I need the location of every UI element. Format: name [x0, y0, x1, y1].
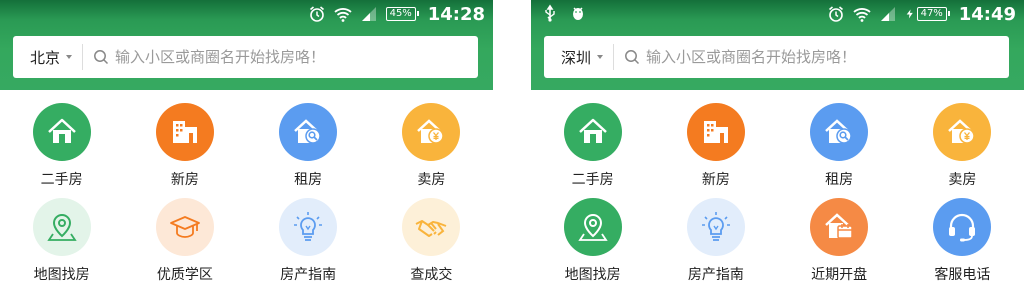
grid-item-second-hand[interactable]: 二手房 [0, 103, 123, 198]
grid-item-guide[interactable]: 房产指南 [247, 198, 370, 293]
grid-item-sell[interactable]: 卖房 [370, 103, 493, 198]
grid-item-label: 新房 [170, 172, 199, 188]
charging-icon [906, 9, 913, 19]
search-bar: 北京 [13, 36, 478, 78]
grid-item-label: 二手房 [571, 172, 614, 188]
city-selector[interactable]: 北京 [13, 36, 82, 78]
grid-item-customer-service[interactable]: 客服电话 [901, 198, 1024, 293]
header: 45% 14:28 北京 [0, 0, 493, 90]
lightbulb-icon [279, 198, 338, 256]
screen-right: 47% 14:49 深圳 二手房 新房 [531, 0, 1024, 306]
grid-item-new-house[interactable]: 新房 [654, 103, 777, 198]
status-time: 14:28 [427, 3, 485, 25]
signal-icon [361, 7, 376, 21]
building-icon [155, 103, 214, 161]
handshake-icon [402, 198, 461, 256]
battery-indicator: 47% [916, 7, 950, 21]
grid-item-transactions[interactable]: 查成交 [370, 198, 493, 293]
graduation-cap-icon [155, 198, 214, 256]
grid-item-label: 近期开盘 [811, 267, 868, 283]
screen-left: 45% 14:28 北京 二手房 新房 [0, 0, 493, 306]
grid-item-label: 地图找房 [564, 267, 621, 283]
house-yen-icon [402, 103, 461, 161]
grid-item-guide[interactable]: 房产指南 [654, 198, 777, 293]
header: 47% 14:49 深圳 [531, 0, 1024, 90]
grid-item-label: 卖房 [417, 172, 446, 188]
building-icon [686, 103, 745, 161]
grid-item-new-house[interactable]: 新房 [123, 103, 246, 198]
lightbulb-icon [686, 198, 745, 256]
alarm-icon [309, 6, 324, 22]
battery-indicator: 45% [385, 7, 419, 21]
grid-item-label: 客服电话 [934, 267, 991, 283]
wifi-icon [334, 8, 352, 22]
search-icon [625, 50, 640, 65]
grid-item-map-search[interactable]: 地图找房 [0, 198, 123, 293]
grid-item-second-hand[interactable]: 二手房 [531, 103, 654, 198]
feature-grid: 二手房 新房 租房 卖房 地图找房 [531, 103, 1024, 293]
feature-grid: 二手房 新房 租房 卖房 地图找房 [0, 103, 493, 293]
headset-icon [933, 198, 992, 256]
house-icon [563, 103, 622, 161]
grid-item-rent[interactable]: 租房 [247, 103, 370, 198]
android-debug-icon [573, 7, 583, 20]
grid-item-label: 租房 [294, 172, 323, 188]
alarm-icon [828, 6, 843, 22]
house-calendar-icon [810, 198, 869, 256]
grid-item-label: 地图找房 [33, 267, 90, 283]
city-name: 深圳 [561, 48, 592, 67]
grid-item-upcoming-openings[interactable]: 近期开盘 [778, 198, 901, 293]
search-input[interactable] [115, 48, 478, 66]
chevron-down-icon [597, 55, 604, 59]
divider [613, 44, 615, 70]
grid-item-label: 优质学区 [156, 267, 213, 283]
map-pin-icon [32, 198, 91, 256]
search-icon [94, 50, 109, 65]
grid-item-label: 租房 [825, 172, 854, 188]
grid-item-school-district[interactable]: 优质学区 [123, 198, 246, 293]
grid-item-label: 房产指南 [687, 267, 744, 283]
divider [82, 44, 84, 70]
search-bar: 深圳 [544, 36, 1009, 78]
map-pin-icon [563, 198, 622, 256]
grid-item-rent[interactable]: 租房 [778, 103, 901, 198]
status-time: 14:49 [958, 3, 1016, 25]
grid-item-label: 二手房 [40, 172, 83, 188]
grid-item-label: 查成交 [410, 267, 453, 283]
usb-icon [545, 4, 555, 22]
status-bar: 45% 14:28 [0, 0, 493, 28]
grid-item-label: 新房 [701, 172, 730, 188]
house-key-icon [279, 103, 338, 161]
city-name: 北京 [30, 48, 61, 67]
chevron-down-icon [66, 55, 73, 59]
wifi-icon [853, 8, 871, 22]
grid-item-sell[interactable]: 卖房 [901, 103, 1024, 198]
house-icon [32, 103, 91, 161]
grid-item-map-search[interactable]: 地图找房 [531, 198, 654, 293]
grid-item-label: 房产指南 [280, 267, 337, 283]
signal-icon [880, 7, 895, 21]
grid-item-label: 卖房 [948, 172, 977, 188]
house-yen-icon [933, 103, 992, 161]
search-input[interactable] [646, 48, 1009, 66]
city-selector[interactable]: 深圳 [544, 36, 613, 78]
house-key-icon [810, 103, 869, 161]
status-bar: 47% 14:49 [531, 0, 1024, 28]
